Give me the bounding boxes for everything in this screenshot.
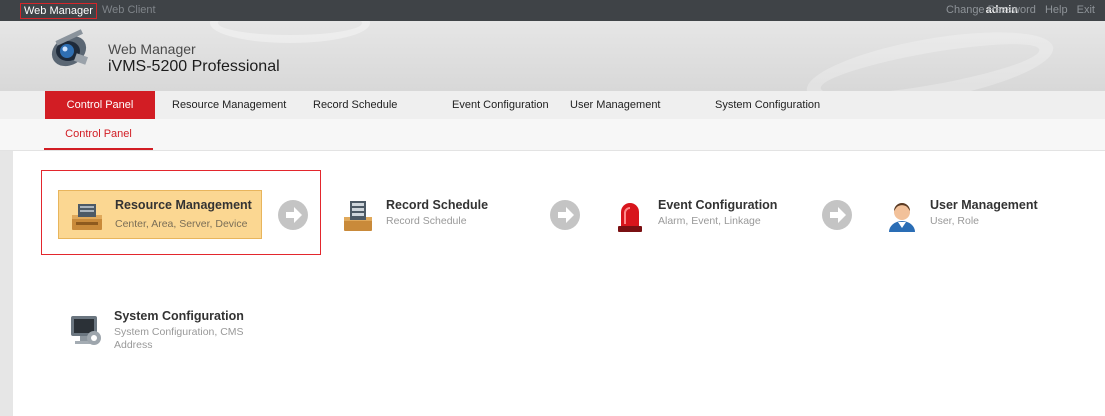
flow-arrow-icon xyxy=(550,200,580,230)
tile-description: System Configuration, CMS Address xyxy=(114,326,244,351)
change-password-link[interactable]: Change Password xyxy=(946,4,1036,16)
tile-title: Resource Management xyxy=(115,198,252,212)
header-decoration xyxy=(801,21,1059,91)
tile-system-configuration[interactable]: System Configuration System Configuratio… xyxy=(58,304,258,374)
left-scroll-strip xyxy=(0,151,13,416)
tile-description: Alarm, Event, Linkage xyxy=(658,215,761,227)
server-device-icon xyxy=(72,204,102,230)
monitor-gear-icon xyxy=(71,316,101,345)
top-bar: Web Manager Web Client admin Change Pass… xyxy=(0,0,1105,21)
tile-title: System Configuration xyxy=(114,309,244,323)
tile-title: User Management xyxy=(930,198,1038,212)
alarm-siren-icon xyxy=(618,203,642,232)
tile-title: Event Configuration xyxy=(658,198,778,212)
schedule-tray-icon xyxy=(344,201,372,231)
nav-control-panel[interactable]: Control Panel xyxy=(45,91,155,119)
tile-description: Center, Area, Server, Device xyxy=(115,218,248,230)
camera-lens-logo xyxy=(51,29,89,67)
exit-link[interactable]: Exit xyxy=(1077,4,1095,16)
tile-record-schedule[interactable]: Record Schedule Record Schedule xyxy=(330,190,530,240)
main-nav: Control Panel Resource Management Record… xyxy=(0,91,1105,119)
tab-web-manager[interactable]: Web Manager xyxy=(20,3,97,19)
tile-description: Record Schedule xyxy=(386,215,467,227)
tab-web-client[interactable]: Web Client xyxy=(99,3,159,19)
nav-resource-management[interactable]: Resource Management xyxy=(172,91,286,119)
nav-event-configuration[interactable]: Event Configuration xyxy=(452,91,549,119)
tile-event-configuration[interactable]: Event Configuration Alarm, Event, Linkag… xyxy=(602,190,802,240)
user-icon xyxy=(889,203,915,232)
app-title: iVMS-5200 Professional xyxy=(108,58,280,75)
top-links: Change Password Help Exit xyxy=(940,4,1095,16)
flow-arrow-icon xyxy=(278,200,308,230)
flow-arrow-icon xyxy=(822,200,852,230)
sub-nav: Control Panel xyxy=(0,119,1105,151)
app-subtitle: Web Manager xyxy=(108,41,196,57)
nav-system-configuration[interactable]: System Configuration xyxy=(715,91,820,119)
tile-description: User, Role xyxy=(930,215,980,227)
nav-user-management[interactable]: User Management xyxy=(570,91,661,119)
tile-title: Record Schedule xyxy=(386,198,489,212)
nav-record-schedule[interactable]: Record Schedule xyxy=(313,91,397,119)
tile-resource-management[interactable]: Resource Management Center, Area, Server… xyxy=(58,190,262,239)
header-decoration-2 xyxy=(210,21,370,43)
app-header: Web Manager iVMS-5200 Professional xyxy=(0,21,1105,91)
tile-user-management[interactable]: User Management User, Role xyxy=(874,190,1074,240)
help-link[interactable]: Help xyxy=(1045,4,1068,16)
subtab-control-panel[interactable]: Control Panel xyxy=(44,119,153,150)
